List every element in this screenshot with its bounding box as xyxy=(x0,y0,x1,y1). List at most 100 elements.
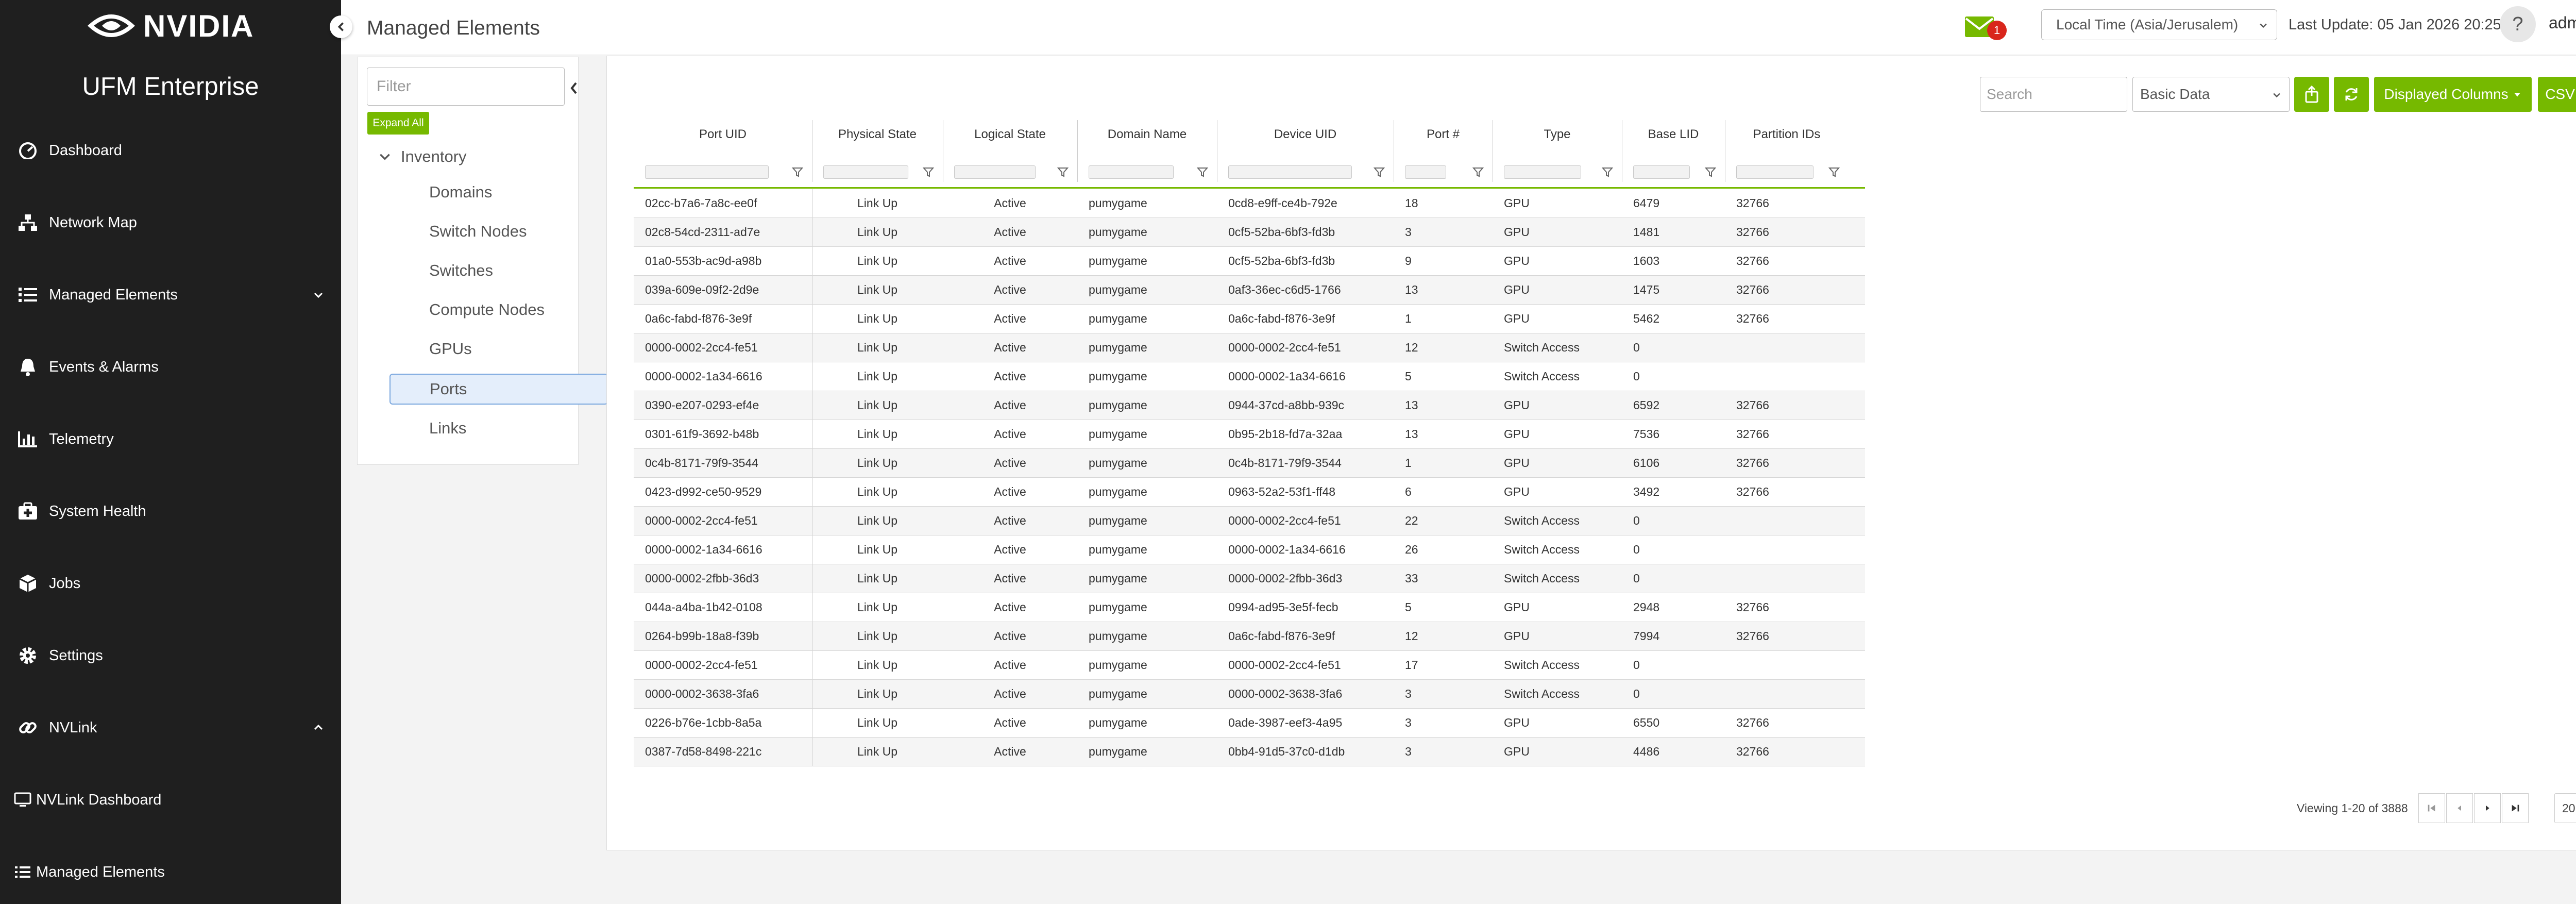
column-header-physical-state[interactable]: Physical State xyxy=(812,120,943,149)
column-filter-input[interactable] xyxy=(1089,165,1174,179)
table-row[interactable]: 0000-0002-2cc4-fe51 Link Up Active pumygame… xyxy=(634,651,1865,680)
refresh-button[interactable] xyxy=(2334,77,2369,112)
nav-settings[interactable]: Settings xyxy=(0,635,341,676)
nav-dashboard[interactable]: Dashboard xyxy=(0,130,341,171)
collapse-sidebar-button[interactable] xyxy=(330,15,352,38)
tree-filter-input[interactable]: Filter xyxy=(367,68,565,106)
csv-button[interactable]: CSV xyxy=(2538,77,2576,112)
tree-item-switch-nodes[interactable]: Switch Nodes xyxy=(390,216,606,247)
tree-item-ports[interactable]: Ports xyxy=(389,374,608,405)
filter-icon[interactable] xyxy=(791,165,804,179)
user-menu[interactable]: admin xyxy=(2549,13,2576,32)
last-update: Last Update: 05 Jan 2026 20:25 xyxy=(2289,16,2501,33)
filter-icon[interactable] xyxy=(1057,165,1069,179)
timezone-value: Local Time (Asia/Jerusalem) xyxy=(2056,16,2239,32)
column-header-base-lid[interactable]: Base LID xyxy=(1622,120,1725,149)
filter-icon[interactable] xyxy=(1373,165,1385,179)
table-row[interactable]: 0390-e207-0293-ef4e Link Up Active pumygame… xyxy=(634,391,1865,420)
table-cell-logical-state: Active xyxy=(994,225,1026,239)
table-row[interactable]: 0264-b99b-18a8-f39b Link Up Active pumygame… xyxy=(634,622,1865,651)
page-size-select[interactable]: 20 xyxy=(2554,793,2576,823)
column-filter-input[interactable] xyxy=(645,165,769,179)
column-header-port[interactable]: Port # xyxy=(1394,120,1493,149)
column-filter-input[interactable] xyxy=(954,165,1036,179)
column-filter-input[interactable] xyxy=(1736,165,1814,179)
first-page-button[interactable] xyxy=(2418,793,2445,823)
timezone-select[interactable]: Local Time (Asia/Jerusalem) xyxy=(2041,9,2277,40)
nav-label: Telemetry xyxy=(49,430,114,447)
filter-icon[interactable] xyxy=(1704,165,1717,179)
tree-item-gpus[interactable]: GPUs xyxy=(390,333,606,364)
cube-icon xyxy=(16,572,39,595)
column-filter-input[interactable] xyxy=(823,165,908,179)
column-filter-input[interactable] xyxy=(1504,165,1581,179)
table-cell-type: Switch Access xyxy=(1504,687,1580,700)
column-header-partition-ids[interactable]: Partition IDs xyxy=(1725,120,1849,149)
table-cell-physical-state: Link Up xyxy=(857,514,897,527)
filter-icon[interactable] xyxy=(1828,165,1840,179)
table-cell-device-uid: 0cf5-52ba-6bf3-fd3b xyxy=(1228,254,1335,267)
nav-telemetry[interactable]: Telemetry xyxy=(0,418,341,460)
search-input[interactable]: Search xyxy=(1980,77,2127,112)
table-row[interactable]: 0000-0002-2fbb-36d3 Link Up Active pumygame… xyxy=(634,564,1865,593)
nav-events-alarms[interactable]: Events & Alarms xyxy=(0,346,341,388)
column-filter-input[interactable] xyxy=(1405,165,1446,179)
table-row[interactable]: 0301-61f9-3692-b48b Link Up Active pumygame… xyxy=(634,420,1865,449)
table-row[interactable]: 0a6c-fabd-f876-3e9f Link Up Active pumygame… xyxy=(634,305,1865,333)
nav-nvlink-managed-elements[interactable]: Managed Elements xyxy=(0,851,341,893)
nav-jobs[interactable]: Jobs xyxy=(0,563,341,604)
nav-nvlink[interactable]: NVLink xyxy=(0,707,341,748)
table-cell-partition-ids: 32766 xyxy=(1736,196,1769,210)
table-row[interactable]: 0000-0002-3638-3fa6 Link Up Active pumygame… xyxy=(634,680,1865,709)
table-row[interactable]: 02c8-54cd-2311-ad7e Link Up Active pumygame… xyxy=(634,218,1865,247)
last-page-button[interactable] xyxy=(2502,793,2529,823)
view-select[interactable]: Basic Data xyxy=(2132,77,2290,112)
nav-label: Managed Elements xyxy=(36,863,165,880)
table-row[interactable]: 044a-a4ba-1b42-0108 Link Up Active pumygame… xyxy=(634,593,1865,622)
table-row[interactable]: 0000-0002-2cc4-fe51 Link Up Active pumygame… xyxy=(634,333,1865,362)
column-separator[interactable] xyxy=(1077,120,1078,182)
column-filter-input[interactable] xyxy=(1633,165,1690,179)
next-page-button[interactable] xyxy=(2474,793,2501,823)
table-cell-port: 1 xyxy=(1405,312,1412,325)
table-row[interactable]: 0423-d992-ce50-9529 Link Up Active pumygame… xyxy=(634,478,1865,507)
table-row[interactable]: 0000-0002-1a34-6616 Link Up Active pumygame… xyxy=(634,535,1865,564)
filter-icon[interactable] xyxy=(1601,165,1614,179)
tree-item-domains[interactable]: Domains xyxy=(390,177,606,208)
column-header-port-uid[interactable]: Port UID xyxy=(634,120,812,149)
nav-system-health[interactable]: System Health xyxy=(0,491,341,532)
displayed-columns-button[interactable]: Displayed Columns xyxy=(2374,77,2532,112)
nav-managed-elements[interactable]: Managed Elements xyxy=(0,274,341,315)
nav-label: Jobs xyxy=(49,575,81,592)
expand-all-button[interactable]: Expand All xyxy=(367,112,429,135)
filter-icon[interactable] xyxy=(922,165,935,179)
prev-page-button[interactable] xyxy=(2446,793,2473,823)
table-row[interactable]: 02cc-b7a6-7a8c-ee0f Link Up Active pumygame… xyxy=(634,189,1865,218)
tree-item-switches[interactable]: Switches xyxy=(390,255,606,286)
nav-nvlink-dashboard[interactable]: NVLink Dashboard xyxy=(0,779,341,821)
column-header-device-uid[interactable]: Device UID xyxy=(1217,120,1394,149)
table-row[interactable]: 039a-609e-09f2-2d9e Link Up Active pumygame… xyxy=(634,276,1865,305)
collapse-tree-icon[interactable] xyxy=(568,78,580,98)
table-row[interactable]: 0c4b-8171-79f9-3544 Link Up Active pumygame… xyxy=(634,449,1865,478)
table-row[interactable]: 0387-7d58-8498-221c Link Up Active pumygame… xyxy=(634,738,1865,766)
tree-root-inventory[interactable]: Inventory xyxy=(378,144,467,170)
top-bar: Managed Elements 1 Local Time (Asia/Jeru… xyxy=(341,0,2576,55)
table-cell-partition-ids xyxy=(1736,680,1849,708)
column-header-domain-name[interactable]: Domain Name xyxy=(1077,120,1217,149)
nav-network-map[interactable]: Network Map xyxy=(0,202,341,243)
table-row[interactable]: 0000-0002-1a34-6616 Link Up Active pumygame… xyxy=(634,362,1865,391)
export-button[interactable] xyxy=(2294,77,2329,112)
table-row[interactable]: 0226-b76e-1cbb-8a5a Link Up Active pumygame… xyxy=(634,709,1865,738)
column-filter-input[interactable] xyxy=(1228,165,1352,179)
table-row[interactable]: 0000-0002-2cc4-fe51 Link Up Active pumygame… xyxy=(634,507,1865,535)
tree-item-compute-nodes[interactable]: Compute Nodes xyxy=(390,294,606,325)
column-header-logical-state[interactable]: Logical State xyxy=(943,120,1077,149)
filter-icon[interactable] xyxy=(1472,165,1484,179)
table-row[interactable]: 01a0-553b-ac9d-a98b Link Up Active pumygame… xyxy=(634,247,1865,276)
table-cell-type: Switch Access xyxy=(1504,543,1580,556)
column-header-type[interactable]: Type xyxy=(1493,120,1622,149)
filter-icon[interactable] xyxy=(1196,165,1209,179)
tree-item-links[interactable]: Links xyxy=(390,413,606,444)
help-button[interactable]: ? xyxy=(2500,6,2536,42)
